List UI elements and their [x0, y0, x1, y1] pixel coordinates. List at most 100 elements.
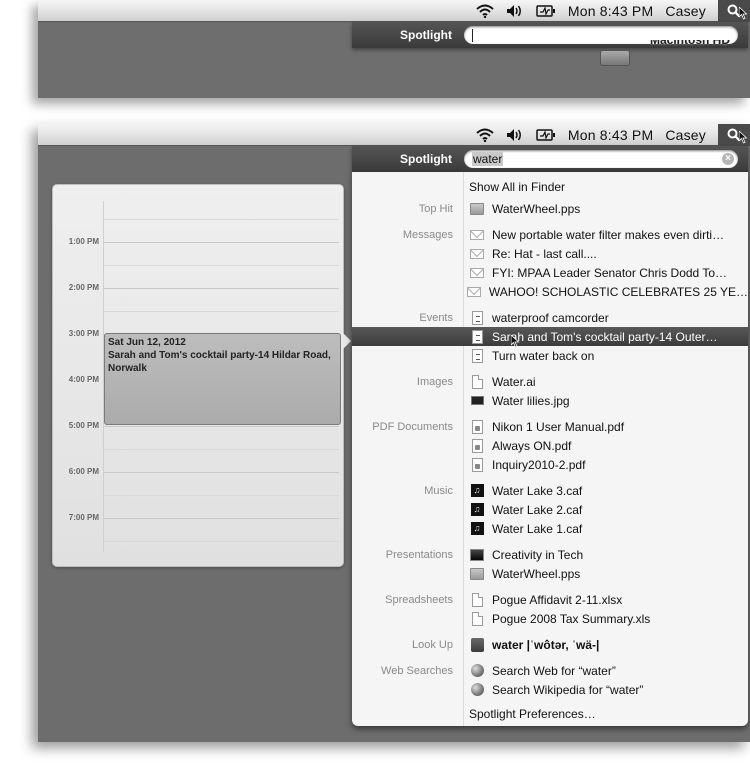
- result-item[interactable]: Web Searches Search Web for “water”: [352, 661, 748, 680]
- wifi-icon[interactable]: [470, 124, 500, 146]
- spotlight-label: Spotlight: [400, 28, 452, 42]
- result-item[interactable]: Always ON.pdf: [352, 436, 748, 455]
- result-item[interactable]: Messages New portable water filter makes …: [352, 225, 748, 244]
- menu-clock[interactable]: Mon 8:43 PM: [562, 0, 659, 22]
- clear-search-button[interactable]: ×: [722, 153, 734, 165]
- result-item[interactable]: Look Up water |ˈwôtər, ˈwä-|: [352, 635, 748, 654]
- category-label: Presentations: [385, 548, 453, 561]
- volume-icon[interactable]: [500, 124, 530, 146]
- time-label: 7:00 PM: [68, 513, 99, 522]
- result-item[interactable]: ♫ Water Lake 2.caf: [352, 500, 748, 519]
- text-caret: [472, 28, 473, 42]
- hard-drive-icon[interactable]: [600, 50, 630, 66]
- spotlight-menu-button[interactable]: [718, 0, 750, 22]
- hour-line: [104, 518, 339, 519]
- result-item[interactable]: FYI: MPAA Leader Senator Chris Dodd To…: [352, 263, 748, 282]
- result-item-label: water |ˈwôtər, ˈwä-|: [492, 637, 600, 652]
- result-item[interactable]: Spreadsheets Pogue Affidavit 2-11.xlsx: [352, 590, 748, 609]
- result-item[interactable]: Search Wikipedia for “water”: [352, 680, 748, 699]
- spotlight-menu-button[interactable]: [718, 123, 750, 146]
- preview-pointer-arrow: [343, 333, 351, 349]
- half-hour-line: [104, 265, 339, 266]
- document-file-icon: [469, 374, 485, 389]
- category-label: Top Hit: [418, 202, 453, 215]
- user-name: Casey: [665, 2, 706, 19]
- keynote-file-icon-glyph: [470, 548, 484, 561]
- result-item-label: WaterWheel.pps: [492, 201, 581, 216]
- music-file-icon-glyph: ♫: [470, 484, 484, 497]
- spotlight-search-bar: Spotlight water ×: [352, 146, 748, 172]
- spotlight-search-input[interactable]: water ×: [464, 150, 738, 168]
- result-item-label: Re: Hat - last call....: [492, 246, 597, 261]
- half-hour-line: [104, 541, 339, 542]
- mail-message-icon-glyph: [467, 286, 482, 297]
- desktop-screenshot-empty-search: Mon 8:43 PM Casey Spotlight Macintosh HD: [38, 0, 750, 98]
- calendar-event-icon-glyph: [471, 329, 483, 344]
- result-item[interactable]: ♫ Water Lake 1.caf: [352, 519, 748, 538]
- music-file-icon: ♫: [469, 484, 485, 498]
- calendar-event-icon: [469, 348, 485, 363]
- half-hour-line: [104, 219, 339, 220]
- result-item[interactable]: Inquiry2010-2.pdf: [352, 455, 748, 474]
- result-item[interactable]: PDF Documents Nikon 1 User Manual.pdf: [352, 417, 748, 436]
- result-item-label: Creativity in Tech: [492, 547, 584, 562]
- result-item-label: Search Web for “water”: [492, 663, 616, 678]
- category-label: Spreadsheets: [385, 593, 453, 606]
- volume-icon[interactable]: [500, 0, 530, 22]
- category-label: Music: [424, 484, 453, 497]
- result-item-label: waterproof camcorder: [492, 310, 609, 325]
- user-menu[interactable]: Casey: [659, 0, 712, 22]
- result-item-label: Water.ai: [492, 374, 536, 389]
- spotlight-preferences[interactable]: Spotlight Preferences…: [352, 704, 748, 723]
- spotlight-label: Spotlight: [400, 152, 452, 166]
- mail-message-icon-glyph: [470, 229, 484, 240]
- result-item[interactable]: Images Water.ai: [352, 372, 748, 391]
- result-item[interactable]: Sarah and Tom's cocktail party-14 Outer…: [352, 327, 748, 348]
- result-item[interactable]: Music ♫ Water Lake 3.caf: [352, 481, 748, 500]
- result-item[interactable]: Presentations Creativity in Tech: [352, 545, 748, 564]
- result-item[interactable]: Events waterproof camcorder: [352, 308, 748, 327]
- user-name: Casey: [665, 126, 706, 143]
- result-item[interactable]: Re: Hat - last call....: [352, 244, 748, 263]
- wifi-icon[interactable]: [470, 0, 500, 22]
- result-item[interactable]: Top Hit WaterWheel.pps: [352, 199, 748, 218]
- result-item[interactable]: Water lilies.jpg: [352, 391, 748, 410]
- music-file-icon: ♫: [469, 503, 485, 517]
- clock-text: Mon 8:43 PM: [567, 2, 654, 19]
- document-file-icon: [469, 592, 485, 607]
- menu-clock[interactable]: Mon 8:43 PM: [562, 124, 659, 146]
- presentation-file-icon: [469, 202, 485, 216]
- calendar-event-icon-glyph: [471, 310, 483, 325]
- battery-icon[interactable]: [530, 0, 562, 22]
- hour-line: [104, 426, 339, 427]
- pdf-file-icon: [469, 419, 485, 434]
- category-label: Events: [419, 311, 453, 324]
- user-menu[interactable]: Casey: [659, 124, 712, 146]
- category-label: Images: [416, 375, 453, 388]
- clock-text: Mon 8:43 PM: [567, 126, 654, 143]
- result-item[interactable]: Turn water back on: [352, 346, 748, 365]
- calendar-event-icon-glyph: [471, 348, 483, 363]
- mail-message-icon: [466, 285, 482, 299]
- globe-icon-glyph: [470, 664, 484, 677]
- music-file-icon-glyph: ♫: [470, 503, 484, 516]
- result-item[interactable]: WaterWheel.pps: [352, 564, 748, 583]
- result-item[interactable]: Pogue 2008 Tax Summary.xls: [352, 609, 748, 628]
- calendar-event-block[interactable]: Sat Jun 12, 2012 Sarah and Tom's cocktai…: [104, 333, 341, 425]
- battery-icon[interactable]: [530, 124, 562, 146]
- show-all-in-finder[interactable]: Show All in Finder: [352, 177, 748, 196]
- result-item-label: WAHOO! SCHOLASTIC CELEBRATES 25 YE…: [488, 284, 748, 299]
- result-item-label: Pogue Affidavit 2-11.xlsx: [492, 592, 623, 607]
- result-item-label: Nikon 1 User Manual.pdf: [492, 419, 625, 434]
- globe-icon: [469, 664, 485, 678]
- mouse-pointer-icon: [739, 130, 748, 144]
- hard-drive-label[interactable]: Macintosh HD: [650, 40, 730, 49]
- document-file-icon-glyph: [471, 374, 483, 389]
- result-item-label: Water Lake 1.caf: [492, 521, 583, 536]
- time-label: 5:00 PM: [68, 421, 99, 430]
- mail-message-icon: [469, 228, 485, 242]
- hour-line: [104, 242, 339, 243]
- result-item[interactable]: WAHOO! SCHOLASTIC CELEBRATES 25 YE…: [352, 282, 748, 301]
- music-file-icon-glyph: ♫: [470, 522, 484, 535]
- dictionary-icon: [469, 637, 485, 652]
